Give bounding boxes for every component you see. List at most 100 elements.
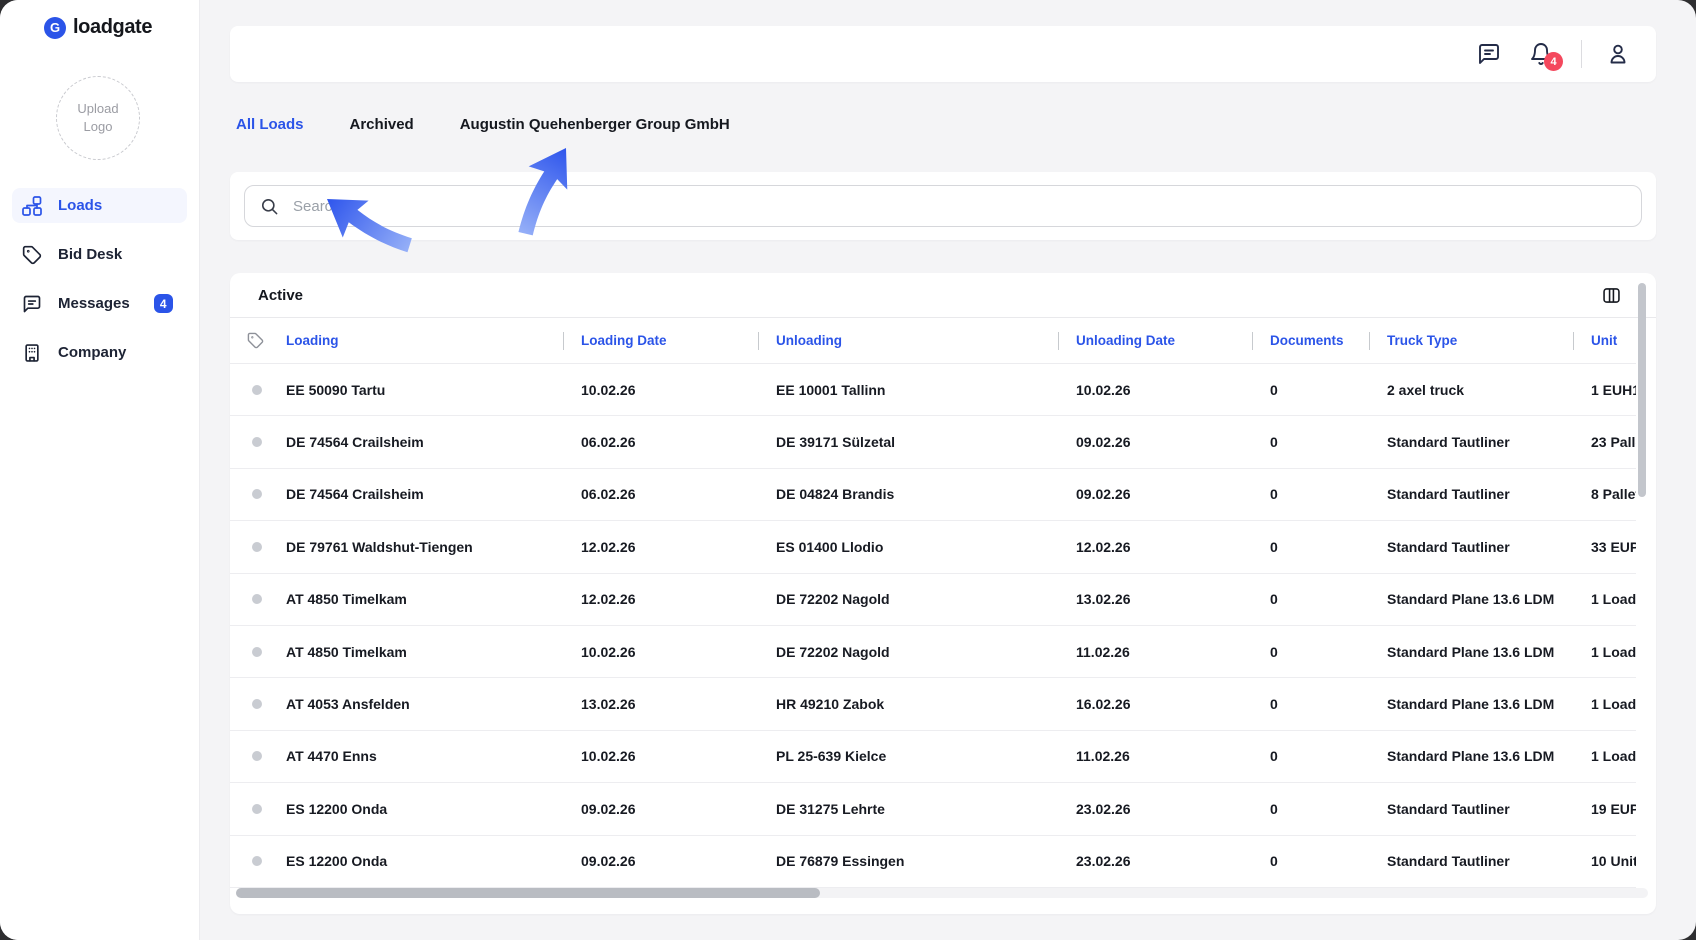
tab-archived[interactable]: Archived bbox=[350, 116, 414, 133]
cell-loading: ES 12200 Onda bbox=[286, 801, 563, 817]
table-row[interactable]: ES 12200 Onda09.02.26DE 76879 Essingen23… bbox=[230, 836, 1636, 888]
sidebar-item-loads[interactable]: Loads bbox=[12, 188, 187, 223]
cell-documents: 0 bbox=[1252, 591, 1369, 607]
cell-loading: ES 12200 Onda bbox=[286, 853, 563, 869]
sidebar-item-company[interactable]: Company bbox=[12, 335, 187, 370]
sidebar-nav: Loads Bid Desk Message bbox=[12, 188, 187, 370]
table-row[interactable]: AT 4850 Timelkam12.02.26DE 72202 Nagold1… bbox=[230, 574, 1636, 626]
sidebar-item-bid-desk[interactable]: Bid Desk bbox=[12, 237, 187, 272]
cell-truck-type: Standard Tautliner bbox=[1369, 801, 1573, 817]
notifications-count-badge: 4 bbox=[1544, 52, 1563, 71]
tab-all-loads[interactable]: All Loads bbox=[236, 116, 304, 133]
vertical-scrollbar-thumb[interactable] bbox=[1638, 283, 1646, 497]
cell-loading: AT 4850 Timelkam bbox=[286, 591, 563, 607]
row-status-dot bbox=[230, 385, 286, 395]
search-icon bbox=[260, 197, 279, 216]
cell-unloading-date: 13.02.26 bbox=[1058, 591, 1252, 607]
notifications-button[interactable]: 4 bbox=[1529, 42, 1553, 66]
cell-unloading-date: 11.02.26 bbox=[1058, 748, 1252, 764]
cell-loading: AT 4850 Timelkam bbox=[286, 644, 563, 660]
column-header-unloading[interactable]: Unloading bbox=[758, 333, 1058, 348]
cell-unit: 19 EUP bbox=[1573, 801, 1636, 817]
column-header-unloading-date[interactable]: Unloading Date bbox=[1058, 333, 1252, 348]
cell-unloading: DE 04824 Brandis bbox=[758, 486, 1058, 502]
column-header-loading[interactable]: Loading bbox=[286, 333, 563, 348]
cell-documents: 0 bbox=[1252, 696, 1369, 712]
row-status-dot bbox=[230, 856, 286, 866]
cell-documents: 0 bbox=[1252, 434, 1369, 450]
cell-documents: 0 bbox=[1252, 748, 1369, 764]
row-status-dot bbox=[230, 542, 286, 552]
cell-documents: 0 bbox=[1252, 801, 1369, 817]
cell-documents: 0 bbox=[1252, 382, 1369, 398]
cell-unloading: DE 72202 Nagold bbox=[758, 644, 1058, 660]
app-window: G loadgate Upload Logo Loads bbox=[0, 0, 1696, 940]
cell-unloading: DE 72202 Nagold bbox=[758, 591, 1058, 607]
table-row[interactable]: DE 74564 Crailsheim06.02.26DE 39171 Sülz… bbox=[230, 416, 1636, 468]
cell-unloading: DE 31275 Lehrte bbox=[758, 801, 1058, 817]
table-row[interactable]: AT 4053 Ansfelden13.02.26HR 49210 Zabok1… bbox=[230, 678, 1636, 730]
table-row[interactable]: ES 12200 Onda09.02.26DE 31275 Lehrte23.0… bbox=[230, 783, 1636, 835]
chat-icon bbox=[1477, 42, 1501, 66]
table-row[interactable]: DE 74564 Crailsheim06.02.26DE 04824 Bran… bbox=[230, 469, 1636, 521]
sidebar-item-label: Bid Desk bbox=[58, 246, 122, 263]
column-header-truck-type[interactable]: Truck Type bbox=[1369, 333, 1573, 348]
row-status-dot bbox=[230, 751, 286, 761]
row-status-dot bbox=[230, 594, 286, 604]
messages-count-badge: 4 bbox=[154, 294, 173, 313]
cell-unloading-date: 10.02.26 bbox=[1058, 382, 1252, 398]
upload-logo-dropzone[interactable]: Upload Logo bbox=[56, 76, 140, 160]
cell-loading-date: 13.02.26 bbox=[563, 696, 758, 712]
cell-loading: AT 4470 Enns bbox=[286, 748, 563, 764]
table-row[interactable]: AT 4850 Timelkam10.02.26DE 72202 Nagold1… bbox=[230, 626, 1636, 678]
column-header-unit[interactable]: Unit bbox=[1573, 333, 1636, 348]
sidebar-item-label: Loads bbox=[58, 197, 102, 214]
profile-button[interactable] bbox=[1606, 42, 1630, 66]
row-status-dot bbox=[230, 804, 286, 814]
cell-unloading-date: 11.02.26 bbox=[1058, 644, 1252, 660]
columns-icon bbox=[1601, 285, 1622, 306]
column-header-documents[interactable]: Documents bbox=[1252, 333, 1369, 348]
table-row[interactable]: EE 50090 Tartu10.02.26EE 10001 Tallinn10… bbox=[230, 364, 1636, 416]
sidebar-item-label: Company bbox=[58, 344, 126, 361]
cell-unit: 1 Load bbox=[1573, 644, 1636, 660]
search-box[interactable] bbox=[244, 185, 1642, 227]
cell-loading-date: 10.02.26 bbox=[563, 644, 758, 660]
column-header-loading-date[interactable]: Loading Date bbox=[563, 333, 758, 348]
cell-unloading: DE 76879 Essingen bbox=[758, 853, 1058, 869]
cell-unloading: ES 01400 Llodio bbox=[758, 539, 1058, 555]
columns-toggle-button[interactable] bbox=[1601, 285, 1622, 306]
cell-truck-type: Standard Plane 13.6 LDM bbox=[1369, 696, 1573, 712]
user-icon bbox=[1606, 42, 1630, 66]
cell-unloading-date: 23.02.26 bbox=[1058, 801, 1252, 817]
cell-loading-date: 06.02.26 bbox=[563, 486, 758, 502]
cell-unloading-date: 12.02.26 bbox=[1058, 539, 1252, 555]
cell-loading-date: 09.02.26 bbox=[563, 853, 758, 869]
upload-logo-label-line2: Logo bbox=[84, 118, 113, 136]
blocks-icon bbox=[22, 196, 42, 216]
search-input[interactable] bbox=[291, 197, 1626, 216]
search-panel bbox=[230, 172, 1656, 240]
cell-unloading-date: 16.02.26 bbox=[1058, 696, 1252, 712]
horizontal-scrollbar-track[interactable] bbox=[236, 888, 1648, 898]
horizontal-scrollbar-thumb[interactable] bbox=[236, 888, 820, 898]
table-row[interactable]: DE 79761 Waldshut-Tiengen12.02.26ES 0140… bbox=[230, 521, 1636, 573]
cell-loading-date: 10.02.26 bbox=[563, 748, 758, 764]
tab-company[interactable]: Augustin Quehenberger Group GmbH bbox=[460, 116, 730, 133]
row-status-dot bbox=[230, 647, 286, 657]
cell-loading-date: 12.02.26 bbox=[563, 591, 758, 607]
chat-button[interactable] bbox=[1477, 42, 1501, 66]
loadgate-monogram-icon: G bbox=[44, 17, 66, 39]
cell-unloading: PL 25-639 Kielce bbox=[758, 748, 1058, 764]
table-row[interactable]: AT 4470 Enns10.02.26PL 25-639 Kielce11.0… bbox=[230, 731, 1636, 783]
cell-documents: 0 bbox=[1252, 486, 1369, 502]
cell-truck-type: Standard Plane 13.6 LDM bbox=[1369, 591, 1573, 607]
brand-wordmark: loadgate bbox=[73, 16, 152, 39]
cell-truck-type: Standard Tautliner bbox=[1369, 853, 1573, 869]
sidebar-item-messages[interactable]: Messages 4 bbox=[12, 286, 187, 321]
cell-loading: AT 4053 Ansfelden bbox=[286, 696, 563, 712]
cell-loading-date: 06.02.26 bbox=[563, 434, 758, 450]
upload-logo-label-line1: Upload bbox=[77, 100, 118, 118]
cell-unit: 1 Load bbox=[1573, 591, 1636, 607]
loads-tabs: All Loads Archived Augustin Quehenberger… bbox=[236, 111, 730, 137]
